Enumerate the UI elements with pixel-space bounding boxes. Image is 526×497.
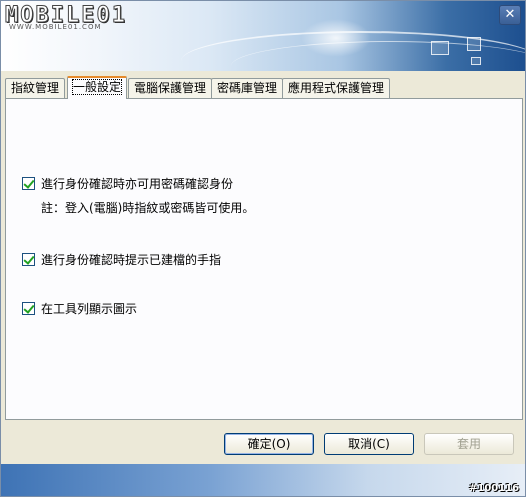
tab-label: 指紋管理 [11,81,60,95]
banner-square [471,57,481,65]
tab-password-bank[interactable]: 密碼庫管理 [211,78,284,98]
login-note: 註：登入(電腦)時指紋或密碼皆可使用。 [41,201,255,215]
show-finger-checkbox[interactable] [22,252,35,266]
show-finger-label: 進行身份確認時提示已建檔的手指 [41,252,222,267]
toolbar-icon-label: 在工具列顯示圖示 [41,301,138,316]
tab-label: 密碼庫管理 [217,81,278,95]
tab-strip: 指紋管理 一般設定 電腦保護管理 密碼庫管理 應用程式保護管理 [5,76,523,99]
password-auth-label: 進行身份確認時亦可用密碼確認身份 [41,176,234,191]
tab-fingerprint-management[interactable]: 指紋管理 [5,78,66,98]
banner-square [431,41,449,55]
banner-glow [301,19,371,57]
bottom-band [1,464,525,496]
tab-label: 一般設定 [71,79,123,95]
password-auth-checkbox[interactable] [22,176,35,190]
tab-pc-protection[interactable]: 電腦保護管理 [128,78,213,98]
show-finger-option[interactable]: 進行身份確認時提示已建檔的手指 [22,251,221,267]
tab-app-protection[interactable]: 應用程式保護管理 [282,78,391,98]
image-watermark: #100116 [469,483,520,494]
tab-label: 應用程式保護管理 [288,81,385,95]
toolbar-icon-option[interactable]: 在工具列顯示圖示 [22,300,137,316]
password-auth-option[interactable]: 進行身份確認時亦可用密碼確認身份 [22,175,233,191]
ok-button[interactable]: 確定(O) [224,433,314,455]
apply-button[interactable]: 套用 [424,433,514,455]
tab-general-settings[interactable]: 一般設定 [67,76,128,99]
banner-square [467,37,481,51]
title-banner: MOBILE01 WWW.MOBILE01.COM ✕ [1,1,525,71]
app-logo-subtitle: WWW.MOBILE01.COM [9,23,102,31]
close-button[interactable]: ✕ [499,5,521,25]
general-settings-panel: 進行身份確認時亦可用密碼確認身份 註：登入(電腦)時指紋或密碼皆可使用。 進行身… [5,98,523,420]
tab-label: 電腦保護管理 [134,81,207,95]
close-icon: ✕ [504,7,516,22]
cancel-button[interactable]: 取消(C) [324,433,414,455]
toolbar-icon-checkbox[interactable] [22,301,35,315]
settings-window: MOBILE01 WWW.MOBILE01.COM ✕ 指紋管理 一般設定 電腦… [0,0,526,497]
